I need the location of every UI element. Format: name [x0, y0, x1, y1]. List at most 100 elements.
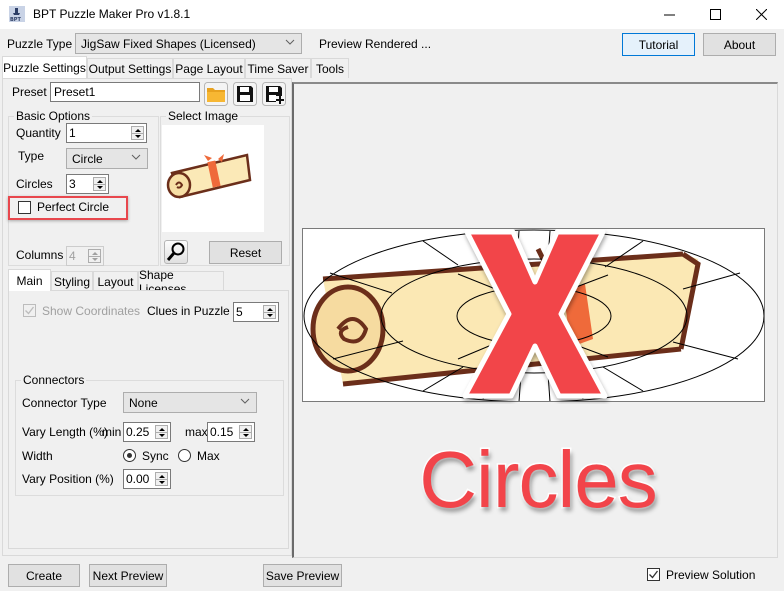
about-button[interactable]: About: [703, 33, 776, 56]
quantity-value: 1: [69, 126, 76, 140]
tab-shape-licenses[interactable]: Shape Licenses: [138, 268, 224, 296]
clues-value: 5: [236, 305, 243, 319]
status-text: Preview Rendered ...: [319, 37, 432, 51]
chevron-down-icon: [240, 398, 250, 404]
basic-options-title: Basic Options: [14, 109, 93, 123]
maximize-icon: [709, 9, 721, 20]
vary-position-stepper[interactable]: 0.00: [123, 469, 171, 489]
chevron-down-icon: [131, 154, 141, 160]
main-tab-strip: Puzzle Settings Output Settings Page Lay…: [2, 56, 350, 78]
app-icon: BPT: [9, 6, 25, 22]
tab-styling[interactable]: Styling: [51, 271, 93, 291]
spin-arrows[interactable]: [263, 305, 276, 319]
select-image-title: Select Image: [166, 109, 241, 123]
vary-length-label: Vary Length (%): [22, 425, 108, 439]
spin-arrows[interactable]: [239, 425, 252, 439]
close-icon: [755, 9, 767, 20]
zoom-image-button[interactable]: [164, 240, 188, 264]
puzzle-type-select[interactable]: JigSaw Fixed Shapes (Licensed): [75, 33, 302, 54]
min-label: min: [102, 425, 122, 439]
save-preview-button[interactable]: Save Preview: [263, 564, 342, 587]
chevron-down-icon: [285, 39, 295, 45]
tab-main[interactable]: Main: [8, 269, 51, 291]
tutorial-button[interactable]: Tutorial: [622, 33, 695, 56]
type-value: Circle: [72, 151, 103, 166]
preset-input[interactable]: Preset1: [50, 82, 200, 102]
vary-position-value: 0.00: [126, 472, 150, 486]
checkmark-icon: [649, 570, 659, 579]
title-bar: BPT BPT Puzzle Maker Pro v1.8.1: [0, 0, 784, 29]
columns-label: Columns: [16, 248, 64, 262]
tab-tools[interactable]: Tools: [311, 58, 349, 78]
type-label: Type: [18, 149, 45, 163]
min-value: 0.25: [126, 425, 150, 439]
columns-value: 4: [69, 249, 76, 263]
vary-length-max-stepper[interactable]: 0.15: [207, 422, 255, 442]
spin-arrows[interactable]: [155, 425, 168, 439]
circles-value: 3: [69, 177, 76, 191]
tab-layout[interactable]: Layout: [93, 271, 138, 291]
reset-image-button[interactable]: Reset: [209, 241, 282, 264]
vary-length-min-stepper[interactable]: 0.25: [123, 422, 171, 442]
preview-solution-label: Preview Solution: [666, 568, 756, 582]
clues-stepper[interactable]: 5: [233, 302, 279, 322]
width-max-label: Max: [197, 449, 220, 463]
image-thumbnail[interactable]: [162, 125, 264, 232]
connector-type-value: None: [129, 395, 158, 410]
spin-arrows[interactable]: [131, 126, 144, 140]
quantity-label: Quantity: [16, 126, 61, 140]
preset-label: Preset: [12, 85, 47, 99]
connectors-title: Connectors: [21, 373, 87, 387]
columns-stepper[interactable]: 4: [66, 246, 104, 266]
save-preset-as-button[interactable]: [262, 82, 286, 106]
spin-arrows[interactable]: [93, 177, 106, 191]
show-coordinates-checkbox[interactable]: [23, 304, 36, 317]
scroll-image: [166, 153, 252, 199]
checkmark-icon: [25, 306, 35, 315]
tab-output-settings[interactable]: Output Settings: [87, 58, 173, 78]
circles-stepper[interactable]: 3: [66, 174, 109, 194]
spin-arrows[interactable]: [155, 472, 168, 486]
preview-solution-checkbox[interactable]: [647, 568, 660, 581]
x-overlay: [455, 224, 615, 404]
clues-label: Clues in Puzzle: [147, 304, 230, 318]
minimize-button[interactable]: [646, 0, 692, 29]
tab-page-layout[interactable]: Page Layout: [173, 58, 245, 78]
circles-label: Circles: [16, 177, 53, 191]
magnifier-icon: [166, 242, 185, 261]
tab-time-saver[interactable]: Time Saver: [245, 58, 311, 78]
puzzle-type-label: Puzzle Type: [7, 37, 73, 51]
perfect-circle-label: Perfect Circle: [37, 200, 110, 214]
create-button[interactable]: Create: [8, 564, 80, 587]
width-max-radio[interactable]: [178, 449, 191, 462]
maximize-button[interactable]: [692, 0, 738, 29]
vary-position-label: Vary Position (%): [22, 472, 114, 486]
connector-type-select[interactable]: None: [123, 392, 257, 413]
max-value: 0.15: [210, 425, 234, 439]
max-label: max: [185, 425, 208, 439]
spin-arrows[interactable]: [88, 249, 101, 263]
save-preset-button[interactable]: [233, 82, 257, 106]
type-select[interactable]: Circle: [66, 148, 148, 169]
window-title: BPT Puzzle Maker Pro v1.8.1: [33, 7, 191, 21]
quantity-stepper[interactable]: 1: [66, 123, 147, 143]
save-as-icon: [262, 82, 286, 106]
width-sync-radio[interactable]: [123, 449, 136, 462]
minimize-icon: [663, 14, 675, 16]
open-preset-button[interactable]: [204, 82, 228, 106]
circles-caption-wrap: Circles: [388, 430, 688, 530]
close-button[interactable]: [738, 0, 784, 29]
connector-type-label: Connector Type: [22, 396, 107, 410]
folder-open-icon: [204, 82, 228, 106]
sub-tab-strip: Main Styling Layout Shape Licenses: [8, 268, 288, 296]
tab-puzzle-settings[interactable]: Puzzle Settings: [2, 56, 87, 78]
perfect-circle-checkbox[interactable]: [18, 201, 31, 214]
save-icon: [233, 82, 257, 106]
svg-text:BPT: BPT: [10, 17, 21, 22]
circles-caption: Circles: [418, 435, 659, 524]
puzzle-type-value: JigSaw Fixed Shapes (Licensed): [81, 36, 256, 51]
width-sync-label: Sync: [142, 449, 169, 463]
width-label: Width: [22, 449, 53, 463]
x-mark-icon: [462, 229, 608, 399]
next-preview-button[interactable]: Next Preview: [89, 564, 167, 587]
